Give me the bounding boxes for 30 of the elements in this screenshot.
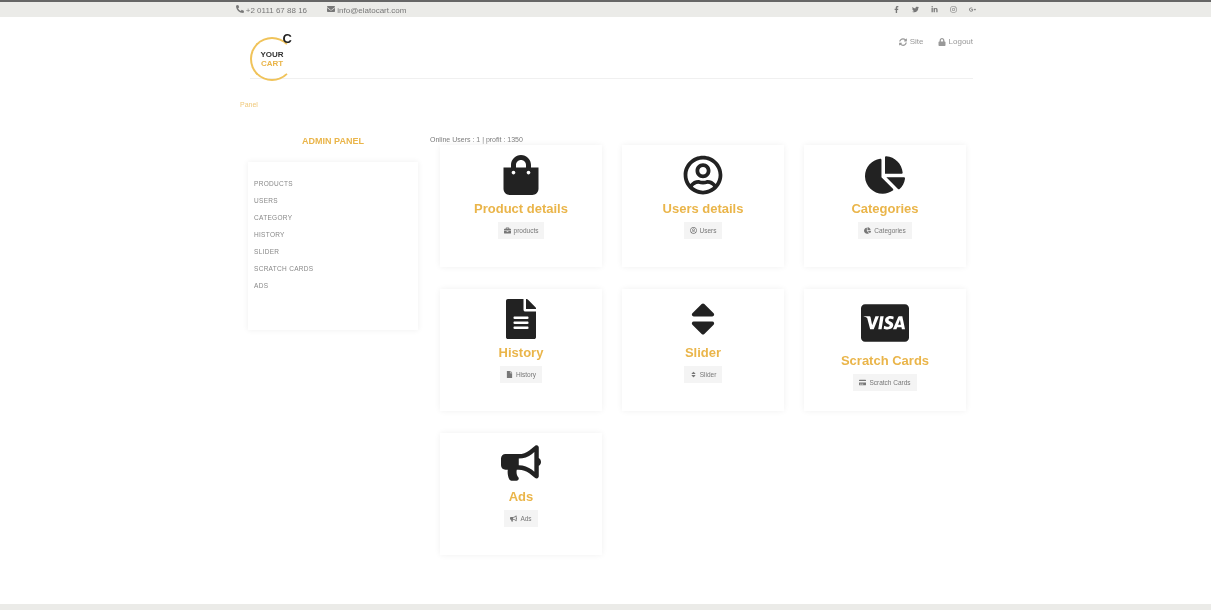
facebook-icon[interactable] bbox=[892, 6, 900, 13]
shopping-bag-icon bbox=[501, 155, 541, 195]
up-down-arrows-icon bbox=[689, 371, 697, 378]
megaphone-icon bbox=[501, 443, 541, 483]
sidebar-title: ADMIN PANEL bbox=[301, 136, 365, 146]
megaphone-icon bbox=[510, 515, 518, 522]
lock-icon bbox=[937, 37, 946, 46]
card-icon bbox=[859, 379, 867, 386]
twitter-icon[interactable] bbox=[911, 6, 919, 13]
document-icon bbox=[505, 371, 513, 378]
pie-chart-icon bbox=[865, 155, 905, 195]
refresh-icon bbox=[898, 37, 907, 46]
card-title: History bbox=[498, 345, 544, 360]
briefcase-icon bbox=[503, 227, 511, 234]
nav-link[interactable]: Site bbox=[898, 37, 924, 46]
card-title: Scratch Cards bbox=[840, 353, 930, 368]
phone-number: +2 0111 67 88 16 bbox=[235, 4, 308, 15]
google-plus-icon[interactable] bbox=[968, 6, 976, 13]
linkedin-icon[interactable] bbox=[930, 6, 938, 13]
email-address: info@elatocart.com bbox=[327, 4, 407, 15]
card-title: Users details bbox=[662, 201, 744, 216]
instagram-icon[interactable] bbox=[949, 6, 957, 13]
card-title: Ads bbox=[508, 489, 534, 504]
pie-chart-icon bbox=[864, 227, 872, 234]
card-title: Product details bbox=[474, 201, 568, 216]
card-title: Slider bbox=[684, 345, 722, 360]
envelope-icon bbox=[327, 4, 336, 13]
card-title: Categories bbox=[851, 201, 919, 216]
phone-icon bbox=[235, 4, 244, 13]
nav-link[interactable]: Logout bbox=[937, 37, 973, 46]
